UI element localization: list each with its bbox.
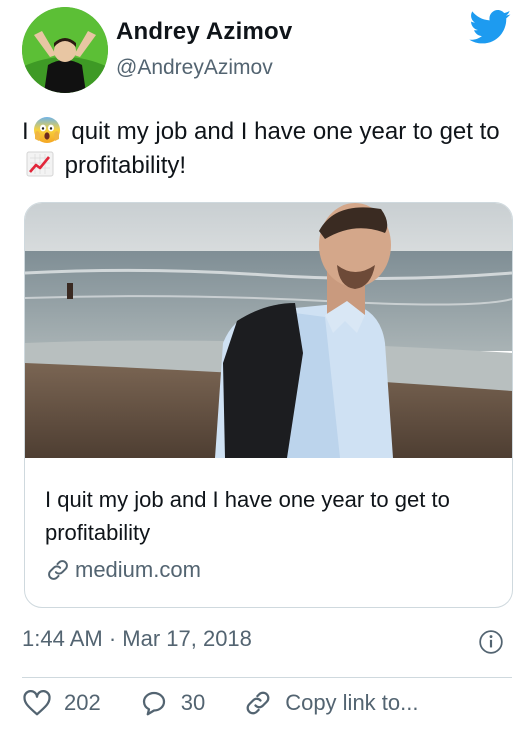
card-domain[interactable]: medium.com (45, 557, 201, 583)
author-handle[interactable]: @AndreyAzimov (116, 56, 273, 80)
tweet-text-part1: I (22, 118, 29, 145)
reply-button[interactable]: 30 (139, 688, 205, 718)
copy-link-button[interactable]: Copy link to... (243, 688, 418, 718)
avatar[interactable] (22, 7, 108, 93)
author-name[interactable]: Andrey Azimov (116, 18, 292, 46)
tweet-text-part2: quit my job and I have one year to get t… (64, 118, 500, 145)
tweet-text: I quit my job and I have one year to get… (22, 115, 512, 183)
face-screaming-in-fear-icon (33, 117, 60, 143)
like-count: 202 (64, 690, 101, 715)
link-icon (48, 560, 68, 580)
info-icon[interactable] (478, 629, 504, 655)
tweet-text-part3: profitability! (58, 152, 187, 179)
link-icon (246, 691, 270, 715)
divider (22, 677, 512, 678)
action-bar: 202 30 Copy link to... (22, 688, 418, 718)
tweet-timestamp[interactable]: 1:44 AM · Mar 17, 2018 (22, 626, 252, 652)
copy-link-label: Copy link to... (285, 690, 419, 715)
reply-count: 30 (180, 690, 206, 715)
man-on-beach-photo (25, 203, 512, 458)
chart-increasing-icon (26, 151, 54, 177)
like-button[interactable]: 202 (22, 688, 101, 718)
heart-icon (23, 690, 51, 716)
reply-bubble-icon (142, 691, 165, 716)
card-title[interactable]: I quit my job and I have one year to get… (45, 483, 495, 549)
profile-photo (22, 7, 108, 93)
link-card[interactable]: I quit my job and I have one year to get… (24, 202, 513, 608)
twitter-bird-icon[interactable] (469, 10, 512, 45)
card-domain-text: medium.com (75, 557, 201, 582)
